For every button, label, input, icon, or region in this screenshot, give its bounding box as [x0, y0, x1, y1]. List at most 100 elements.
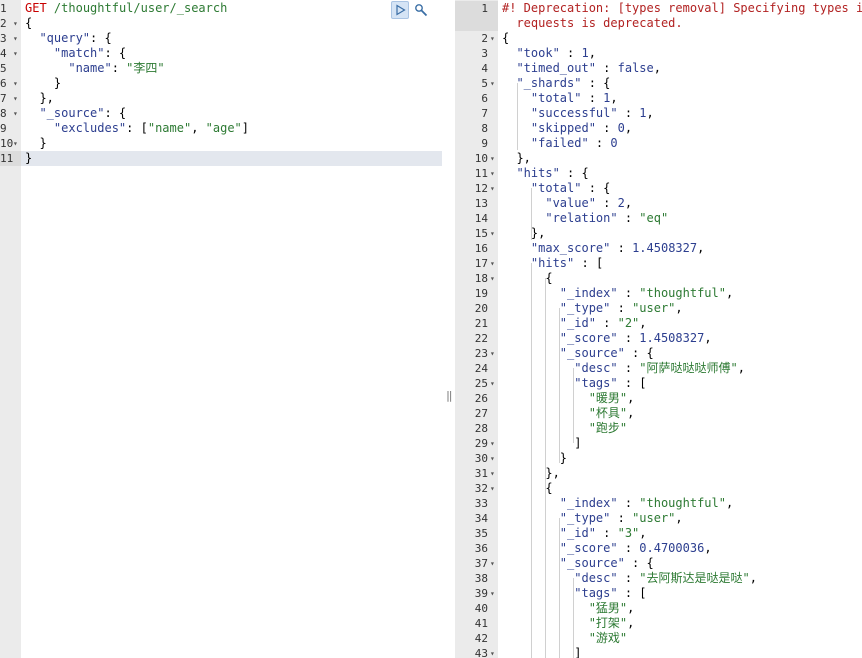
request-editor[interactable]: 1 GET /thoughtful/user/_search 2 ▾ {3 ▾ "quer…	[0, 0, 442, 658]
line-number: 29	[474, 437, 488, 450]
code-token: 2	[617, 196, 625, 210]
code-line: 2 ▾ {	[0, 16, 442, 31]
code-text: },	[502, 151, 530, 166]
code-token: 1.4508327	[632, 241, 698, 255]
code-text: "timed_out" : false,	[502, 61, 661, 76]
fold-toggle-icon[interactable]: ▾	[490, 451, 495, 466]
code-token: "took"	[516, 46, 560, 60]
code-token: ,	[725, 496, 734, 510]
fold-toggle-icon[interactable]: ▾	[13, 91, 18, 106]
code-token: 1.4508327	[639, 331, 705, 345]
code-token: "2"	[617, 316, 640, 330]
code-token: GET	[25, 1, 47, 15]
code-token: :	[595, 196, 618, 210]
fold-toggle-icon[interactable]: ▾	[490, 256, 495, 271]
line-number: 17	[474, 257, 488, 270]
code-line: 8 ▾ "_source": {	[0, 106, 442, 121]
code-text: "游戏"	[502, 631, 627, 646]
fold-toggle-icon[interactable]: ▾	[13, 16, 18, 31]
code-text: },	[502, 226, 545, 241]
code-token: "total"	[530, 181, 582, 195]
code-token: ,	[704, 331, 712, 345]
send-request-button[interactable]	[391, 1, 409, 19]
fold-toggle-icon[interactable]: ▾	[490, 481, 495, 496]
code-line: 5 "name": "李四"	[0, 61, 442, 76]
fold-toggle-icon[interactable]: ▾	[490, 76, 495, 91]
code-text: "_type" : "user",	[502, 301, 683, 316]
code-line: 12 ▾ "total" : {	[455, 181, 862, 196]
fold-toggle-icon[interactable]: ▾	[13, 106, 18, 121]
code-token: "_type"	[559, 511, 611, 525]
code-token: "_source"	[39, 106, 105, 120]
code-token: :	[617, 496, 640, 510]
fold-toggle-icon[interactable]: ▾	[490, 376, 495, 391]
fold-toggle-icon[interactable]: ▾	[13, 76, 18, 91]
splitter-grip-icon[interactable]: ‖	[446, 389, 453, 403]
code-text: "hits" : [	[502, 256, 603, 271]
line-number: 5	[481, 77, 488, 90]
code-line: 11 ▾ "hits" : {	[455, 166, 862, 181]
code-text: "hits" : {	[502, 166, 588, 181]
request-settings-button[interactable]	[412, 1, 430, 19]
response-viewer[interactable]: 1 #! Deprecation: [types removal] Specify…	[455, 0, 862, 658]
code-token: },	[502, 466, 560, 480]
code-text: }	[25, 76, 61, 91]
code-token: "_type"	[559, 301, 611, 315]
line-number: 10	[0, 137, 14, 150]
code-line: 35 "_id" : "3",	[455, 526, 862, 541]
fold-toggle-icon[interactable]: ▾	[13, 136, 18, 151]
line-number: 28	[474, 422, 488, 435]
code-text: "_type" : "user",	[502, 511, 683, 526]
code-token: : {	[104, 106, 127, 120]
code-token: :	[595, 316, 618, 330]
code-token: "_source"	[559, 556, 625, 570]
fold-toggle-icon[interactable]: ▾	[13, 46, 18, 61]
code-token: ,	[737, 361, 745, 375]
fold-toggle-icon[interactable]: ▾	[490, 226, 495, 241]
line-number: 24	[474, 362, 488, 375]
fold-toggle-icon[interactable]: ▾	[13, 31, 18, 46]
line-number: 34	[474, 512, 488, 525]
fold-toggle-icon[interactable]: ▾	[490, 346, 495, 361]
line-number: 39	[474, 587, 488, 600]
code-line: 34 "_type" : "user",	[455, 511, 862, 526]
code-token: ,	[624, 196, 633, 210]
code-text: "excludes": ["name", "age"]	[25, 121, 249, 136]
line-number: 8	[0, 107, 7, 120]
play-icon	[396, 4, 406, 16]
fold-toggle-icon[interactable]: ▾	[490, 31, 495, 46]
code-token: :	[111, 61, 127, 75]
code-token: "暖男"	[588, 391, 628, 405]
code-token: ]	[502, 436, 582, 450]
fold-toggle-icon[interactable]: ▾	[490, 436, 495, 451]
code-line: 10 ▾ }	[0, 136, 442, 151]
line-number: 11	[0, 152, 14, 165]
code-line: 3 ▾ "query": {	[0, 31, 442, 46]
fold-toggle-icon[interactable]: ▾	[490, 586, 495, 601]
code-token: :	[617, 361, 640, 375]
code-text: "skipped" : 0,	[502, 121, 632, 136]
code-text: },	[502, 466, 560, 481]
fold-toggle-icon[interactable]: ▾	[490, 271, 495, 286]
fold-toggle-icon[interactable]: ▾	[490, 466, 495, 481]
code-line: 13 "value" : 2,	[455, 196, 862, 211]
fold-toggle-icon[interactable]: ▾	[490, 556, 495, 571]
code-line: 21 "_id" : "2",	[455, 316, 862, 331]
code-token: : {	[581, 181, 611, 195]
fold-toggle-icon[interactable]: ▾	[490, 151, 495, 166]
code-line: 4 "timed_out" : false,	[455, 61, 862, 76]
line-number: 25	[474, 377, 488, 390]
code-token: "3"	[617, 526, 640, 540]
fold-toggle-icon[interactable]: ▾	[490, 181, 495, 196]
fold-toggle-icon[interactable]: ▾	[490, 646, 495, 658]
pane-splitter[interactable]: ‖	[442, 0, 455, 658]
code-text: "_source": {	[25, 106, 126, 121]
fold-toggle-icon[interactable]: ▾	[490, 166, 495, 181]
line-number: 8	[481, 122, 488, 135]
